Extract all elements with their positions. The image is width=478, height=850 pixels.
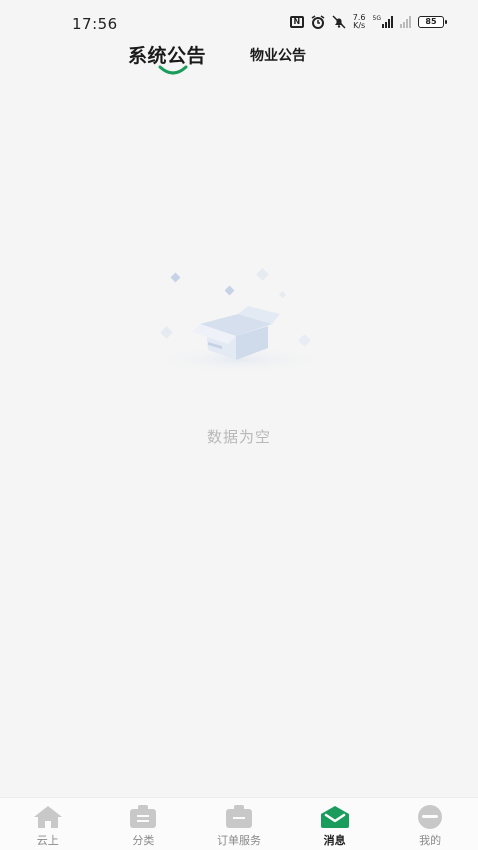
nav-item-category[interactable]: 分类 (96, 798, 192, 850)
nav-item-profile[interactable]: 我的 (382, 798, 478, 850)
message-icon (320, 805, 350, 829)
nav-label-profile: 我的 (419, 834, 442, 847)
tab-property-announcement[interactable]: 物业公告 (250, 45, 306, 65)
tab-system-announcement[interactable]: 系统公告 (128, 41, 207, 75)
signal-empty-icon (400, 16, 411, 28)
empty-state-message: 数据为空 (206, 428, 271, 446)
battery-icon: 85 (418, 16, 447, 28)
announcement-tabs: 系统公告 物业公告 (0, 36, 478, 86)
bottom-nav: 云上 分类 订单服务 消息 我的 (0, 797, 478, 850)
mute-bell-icon (332, 15, 346, 29)
alarm-icon (311, 15, 325, 29)
profile-icon (415, 805, 445, 829)
home-icon (33, 805, 63, 829)
nav-item-home[interactable]: 云上 (0, 798, 96, 850)
tab-property-label: 物业公告 (250, 48, 306, 64)
empty-box-illustration (146, 268, 330, 374)
signal-5g-icon: 5G (373, 16, 393, 28)
network-speed: 7.6 K/s (353, 14, 366, 30)
screen: 17:56 N 7.6 K/s 5G 85 系统公告 物业公告 数据为空 云上 … (0, 0, 478, 850)
nav-item-messages[interactable]: 消息 (287, 798, 383, 850)
status-icons: N 7.6 K/s 5G 85 (289, 14, 447, 30)
network-type: 5G (372, 15, 381, 22)
active-tab-indicator (158, 65, 188, 75)
status-time: 17:56 (72, 15, 118, 33)
nav-label-home: 云上 (36, 834, 59, 847)
category-icon (128, 805, 158, 829)
nav-item-orders[interactable]: 订单服务 (191, 798, 287, 850)
order-icon (224, 805, 254, 829)
nav-label-category: 分类 (132, 834, 155, 847)
nav-label-messages: 消息 (323, 834, 346, 847)
tab-system-label: 系统公告 (128, 45, 207, 67)
nav-label-orders: 订单服务 (216, 834, 261, 847)
nfc-icon: N (289, 16, 304, 28)
speed-unit: K/s (353, 21, 366, 30)
